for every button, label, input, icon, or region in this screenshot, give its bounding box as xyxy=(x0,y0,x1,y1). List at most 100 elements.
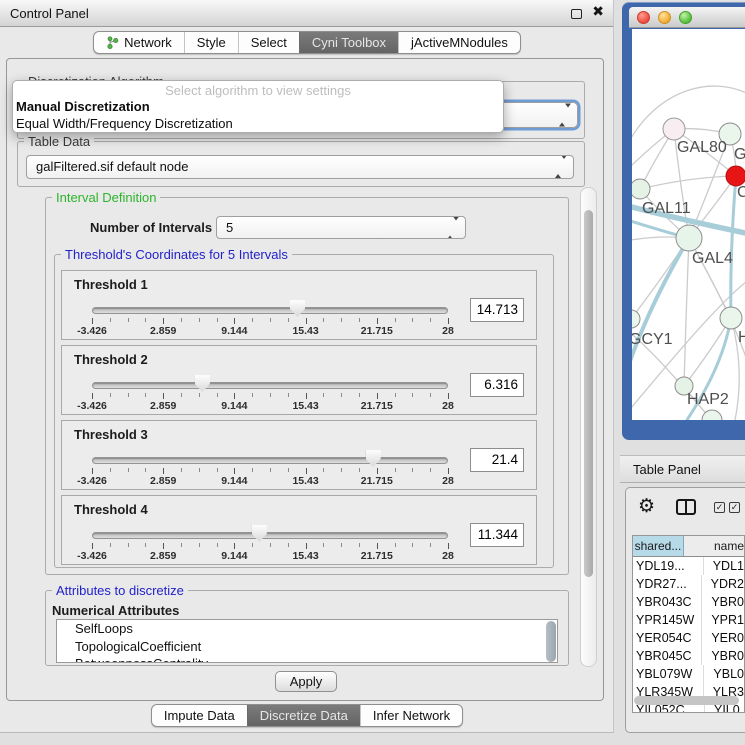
table-row[interactable]: YDL19...YDL1 xyxy=(633,557,744,575)
cell-shared-name[interactable]: YBR043C xyxy=(633,593,702,611)
cell-shared-name[interactable]: YDR27... xyxy=(633,575,702,593)
tick-mark xyxy=(163,393,164,399)
network-canvas[interactable]: GAL80GACGAL11GAL4GCY1HHAP2 xyxy=(632,29,745,420)
table-row[interactable]: YER054CYER0 xyxy=(633,629,744,647)
threshold-value-field[interactable]: 21.4 xyxy=(470,448,524,472)
tick-mark xyxy=(181,543,182,547)
close-traffic-light-icon[interactable] xyxy=(637,11,650,24)
table-horizontal-scrollbar-thumb[interactable] xyxy=(634,696,739,705)
tick-label: 21.715 xyxy=(361,400,393,412)
tab-impute-data[interactable]: Impute Data xyxy=(152,705,247,726)
content-scrollbar-thumb[interactable] xyxy=(584,210,593,577)
tick-mark xyxy=(412,393,413,397)
network-node[interactable] xyxy=(632,310,640,328)
table-data-combobox[interactable]: galFiltered.sif default node xyxy=(26,155,574,179)
table-row[interactable]: YBL079WYBL0 xyxy=(633,665,744,683)
tab-label: Discretize Data xyxy=(260,705,348,727)
list-scrollbar-thumb[interactable] xyxy=(546,621,556,662)
table-row[interactable]: YDR27...YDR2 xyxy=(633,575,744,593)
cell-name[interactable]: YER0 xyxy=(702,629,744,647)
close-window-icon[interactable]: ✖ xyxy=(592,4,604,20)
table-row[interactable]: YBR045CYBR0 xyxy=(633,647,744,665)
threshold-slider-thumb[interactable] xyxy=(195,375,210,392)
network-edge[interactable] xyxy=(684,238,689,386)
split-columns-icon[interactable] xyxy=(676,499,696,515)
tab-discretize-data[interactable]: Discretize Data xyxy=(247,705,360,726)
network-highlighted-edge[interactable] xyxy=(632,238,689,379)
network-icon xyxy=(106,36,119,49)
apply-button[interactable]: Apply xyxy=(275,671,337,692)
cell-shared-name[interactable]: YPR145W xyxy=(633,611,702,629)
network-node-label: C xyxy=(737,184,745,201)
number-of-intervals-combobox[interactable]: 5 xyxy=(216,216,466,239)
dropdown-option-manual[interactable]: Manual Discretization xyxy=(16,99,150,114)
tick-mark xyxy=(270,468,271,472)
threshold-slider-thumb[interactable] xyxy=(290,300,305,317)
tab-style[interactable]: Style xyxy=(184,32,238,53)
table-row[interactable]: YBR043CYBR0 xyxy=(633,593,744,611)
network-window-titlebar[interactable] xyxy=(629,7,745,28)
network-node[interactable] xyxy=(676,225,702,251)
threshold-slider-track[interactable] xyxy=(92,307,448,314)
tick-mark xyxy=(128,468,129,472)
network-node[interactable] xyxy=(632,179,650,199)
threshold-slider-track[interactable] xyxy=(92,457,448,464)
threshold-slider-thumb[interactable] xyxy=(366,450,381,467)
network-edge[interactable] xyxy=(640,176,736,189)
column-header-name[interactable]: name xyxy=(684,536,744,557)
network-node[interactable] xyxy=(720,307,742,329)
tick-label: 2.859 xyxy=(150,325,176,337)
tab-cyni-toolbox[interactable]: Cyni Toolbox xyxy=(299,32,398,53)
threshold-slider-thumb[interactable] xyxy=(252,525,267,542)
attribute-list-item[interactable]: BetweennessCentrality xyxy=(57,655,557,663)
tick-mark xyxy=(145,318,146,322)
threshold-value-field[interactable]: 14.713 xyxy=(470,298,524,322)
float-window-icon[interactable] xyxy=(571,9,582,19)
cell-shared-name[interactable]: YBL079W xyxy=(633,665,704,683)
gear-icon[interactable]: ⚙ xyxy=(638,495,655,517)
network-node-label: GCY1 xyxy=(632,331,673,348)
attribute-list-item[interactable]: SelfLoops xyxy=(57,620,557,638)
dropdown-option-equal-width[interactable]: Equal Width/Frequency Discretization xyxy=(16,116,233,131)
group-title: Attributes to discretize xyxy=(52,583,188,598)
minimize-traffic-light-icon[interactable] xyxy=(658,11,671,24)
network-node[interactable] xyxy=(726,166,745,186)
cell-shared-name[interactable]: YER054C xyxy=(633,629,702,647)
tab-select[interactable]: Select xyxy=(238,32,299,53)
tick-mark xyxy=(252,318,253,322)
threshold-slider-track[interactable] xyxy=(92,532,448,539)
tab-network[interactable]: Network xyxy=(94,32,184,53)
cell-shared-name[interactable]: YDL19... xyxy=(633,557,704,575)
tab-jactivemnodules[interactable]: jActiveMNodules xyxy=(398,32,520,53)
control-panel-titlebar: Control Panel ✖ xyxy=(0,0,613,27)
threshold-value-field[interactable]: 11.344 xyxy=(470,523,524,547)
numerical-attributes-list[interactable]: SelfLoopsTopologicalCoefficientBetweenne… xyxy=(56,619,558,663)
network-node[interactable] xyxy=(663,118,685,140)
network-highlighted-edge[interactable] xyxy=(731,176,736,318)
threshold-label: Threshold 1 xyxy=(74,277,148,292)
zoom-traffic-light-icon[interactable] xyxy=(679,11,692,24)
tick-mark xyxy=(430,468,431,472)
cell-name[interactable]: YDL1 xyxy=(704,557,744,575)
table-row[interactable]: YPR145WYPR1 xyxy=(633,611,744,629)
cell-name[interactable]: YPR1 xyxy=(702,611,744,629)
group-title: Interval Definition xyxy=(52,190,160,205)
tick-mark xyxy=(412,318,413,322)
attribute-list-item[interactable]: TopologicalCoefficient xyxy=(57,638,557,656)
network-edge[interactable] xyxy=(684,318,731,386)
group-title: Table Data xyxy=(24,134,94,149)
combo-stepper-icon xyxy=(555,156,567,178)
checkbox-icon[interactable]: ✓ xyxy=(714,502,725,513)
column-header-shared-name[interactable]: shared... xyxy=(633,536,684,557)
cell-name[interactable]: YBR0 xyxy=(702,647,744,665)
content-scrollbar-track[interactable] xyxy=(580,187,597,667)
cell-shared-name[interactable]: YBR045C xyxy=(633,647,702,665)
cell-name[interactable]: YBL0 xyxy=(704,665,744,683)
cell-name[interactable]: YBR0 xyxy=(702,593,744,611)
checkbox-icon[interactable]: ✓ xyxy=(729,502,740,513)
threshold-value-field[interactable]: 6.316 xyxy=(470,373,524,397)
tick-mark xyxy=(92,543,93,549)
threshold-slider-track[interactable] xyxy=(92,382,448,389)
tab-infer-network[interactable]: Infer Network xyxy=(360,705,462,726)
cell-name[interactable]: YDR2 xyxy=(702,575,744,593)
